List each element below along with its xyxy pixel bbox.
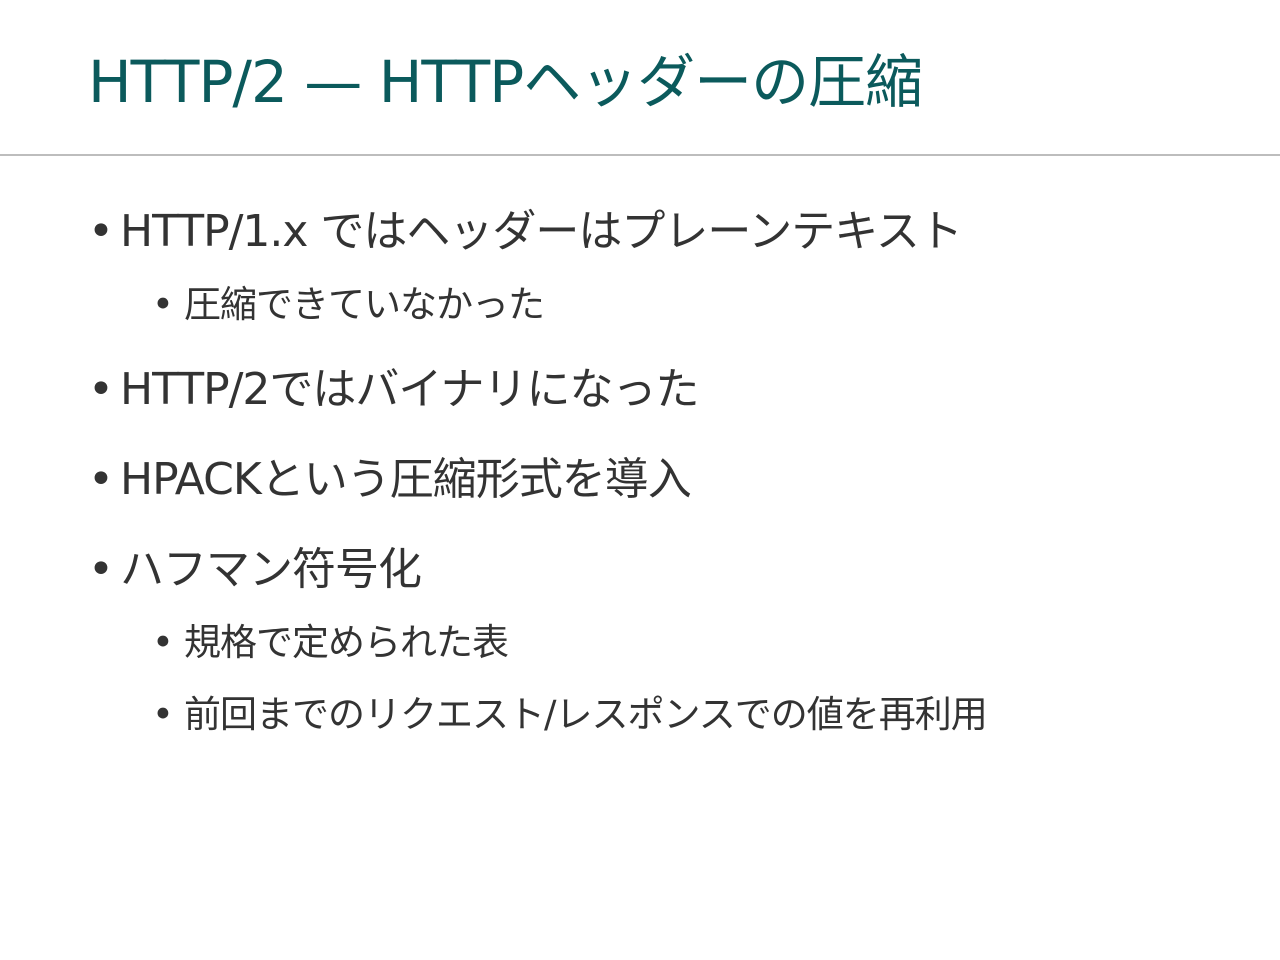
- bullet-text: 規格で定められた表: [184, 621, 509, 664]
- bullet-text: HTTP/1.x ではヘッダーはプレーンテキスト: [120, 206, 963, 257]
- bullet-item: • HTTP/2ではバイナリになった: [88, 360, 700, 420]
- bullet-text: 前回までのリクエスト/レスポンスでの値を再利用: [184, 693, 988, 736]
- bullet-list: • HTTP/1.x ではヘッダーはプレーンテキスト • 圧縮できていなかった • H…: [0, 0, 1280, 960]
- sub-bullet-item: • 圧縮できていなかった: [152, 280, 545, 330]
- bullet-marker: •: [88, 206, 114, 257]
- bullet-marker: •: [152, 621, 174, 664]
- bullet-item: • ハフマン符号化: [88, 540, 422, 600]
- bullet-text: 圧縮できていなかった: [184, 283, 545, 326]
- bullet-marker: •: [152, 693, 174, 736]
- bullet-text: HPACKという圧縮形式を導入: [120, 454, 692, 505]
- sub-bullet-item: • 規格で定められた表: [152, 618, 509, 668]
- sub-bullet-item: • 前回までのリクエスト/レスポンスでの値を再利用: [152, 690, 988, 740]
- bullet-marker: •: [152, 283, 174, 326]
- bullet-item: • HTTP/1.x ではヘッダーはプレーンテキスト: [88, 202, 963, 262]
- slide: HTTP/2 — HTTPヘッダーの圧縮 • HTTP/1.x ではヘッダーはプレ…: [0, 0, 1280, 960]
- bullet-text: HTTP/2ではバイナリになった: [120, 364, 700, 415]
- bullet-marker: •: [88, 364, 114, 415]
- bullet-marker: •: [88, 544, 114, 595]
- bullet-item: • HPACKという圧縮形式を導入: [88, 450, 692, 510]
- bullet-marker: •: [88, 454, 114, 505]
- bullet-text: ハフマン符号化: [120, 544, 422, 595]
